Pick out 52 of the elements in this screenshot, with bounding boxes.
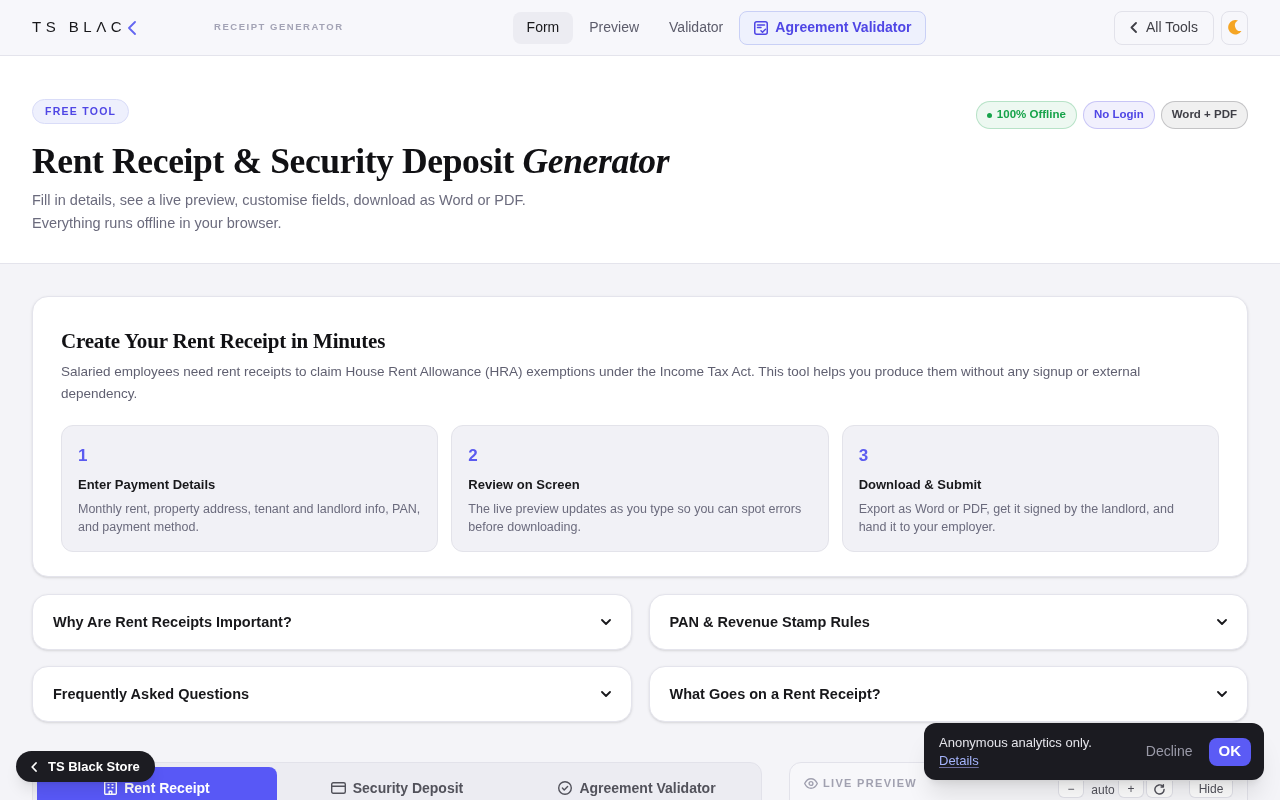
step-title: Enter Payment Details (78, 476, 217, 495)
step-number: 1 (78, 446, 89, 467)
nav-button[interactable]: Agreement Validator (739, 10, 927, 45)
hide-preview-button[interactable]: Hide (1189, 781, 1233, 799)
zoom-in-button[interactable]: + (1118, 781, 1144, 799)
crescent-moon-icon (1226, 20, 1242, 35)
store-link[interactable]: TS Black Store (16, 751, 155, 782)
accordion-header[interactable]: PAN & Revenue Stamp Rules (648, 594, 1248, 651)
accept-button[interactable]: OK (1208, 737, 1251, 766)
eye-icon (804, 777, 818, 789)
step-description: Monthly rent, property address, tenant and landlord info, PAN, and payment method. (78, 501, 422, 537)
logo[interactable]: TS BLΛC (32, 16, 137, 39)
credit-card-icon (330, 782, 346, 795)
nav-tab[interactable]: Validator (655, 11, 738, 44)
chevron-left-icon (31, 761, 37, 772)
step-title: Review on Screen (468, 476, 581, 495)
page-description: Fill in details, see a live preview, customise fields, download as Word or PDF. Everything runs offline in your browser. (32, 191, 527, 234)
accordion-header[interactable]: What Goes on a Rent Receipt? (648, 666, 1248, 723)
document-check-icon (754, 20, 769, 35)
live-preview-label: LIVE PREVIEW (823, 776, 918, 791)
mode-tab[interactable]: Security Deposit (277, 767, 517, 800)
page-title: Rent Receipt & Security Deposit Generator (32, 140, 670, 184)
step-description: The live preview updates as you type so you can spot errors before downloading. (468, 501, 803, 537)
all-tools-button[interactable]: All Tools (1114, 10, 1214, 45)
zoom-out-button[interactable]: − (1058, 781, 1084, 799)
feature-tag: Word + PDF (1160, 101, 1248, 129)
chevron-left-icon (1130, 22, 1137, 33)
nav-tab[interactable]: Preview (575, 11, 654, 44)
building-icon (104, 781, 118, 796)
section-title: Create Your Rent Receipt in Minutes (61, 328, 387, 356)
decline-button[interactable]: Decline (1145, 741, 1193, 762)
app-label: RECEIPT GENERATOR (214, 20, 344, 35)
step-title: Download & Submit (858, 476, 983, 495)
step-number: 3 (858, 446, 870, 467)
accordion-header[interactable]: Why Are Rent Receipts Important? (32, 594, 632, 651)
reset-zoom-button[interactable] (1146, 781, 1173, 799)
free-tool-badge: FREE TOOL (32, 99, 130, 125)
accordion-header[interactable]: Frequently Asked Questions (32, 666, 632, 723)
theme-toggle-button[interactable] (1220, 10, 1248, 45)
details-link[interactable]: Details (939, 751, 979, 770)
feature-tag: No Login (1082, 101, 1155, 129)
step-description: Export as Word or PDF, get it signed by the landlord, and hand it to your employer. (858, 501, 1175, 537)
step-number: 2 (468, 446, 479, 467)
cookie-message: Anonymous analytics only. (939, 733, 1092, 752)
tag-label: 100% Offline (996, 107, 1066, 123)
section-description: Salaried employees need rent receipts to claim House Rent Allowance (HRA) exemptions under the Income Tax Act. This tool helps you produce them without any signup or external dependency. (61, 363, 1142, 404)
reset-icon (1154, 783, 1165, 795)
logo-chevron-icon (128, 20, 137, 35)
check-circle-icon (558, 781, 573, 796)
mode-tab[interactable]: Agreement Validator (517, 767, 757, 800)
nav-tab[interactable]: Form (512, 11, 574, 44)
zoom-level: auto (1090, 782, 1116, 797)
